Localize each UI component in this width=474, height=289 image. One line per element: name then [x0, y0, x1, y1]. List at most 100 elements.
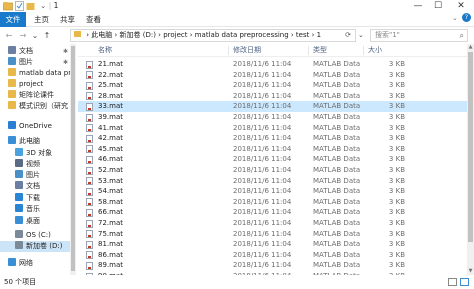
sidebar-item[interactable]: 3D 对象 — [0, 148, 70, 159]
column-header-type[interactable]: 类型 — [313, 44, 327, 57]
large-icons-view-icon[interactable] — [460, 278, 469, 286]
help-icon[interactable]: ? — [462, 13, 471, 22]
sidebar-scrollbar[interactable] — [70, 44, 75, 275]
file-row[interactable]: 46.mat 2018/11/6 11:04 MATLAB Data 3 KB — [78, 154, 468, 165]
file-name: 25.mat — [98, 81, 123, 90]
minimize-button[interactable]: — — [410, 0, 426, 12]
pin-icon[interactable]: ✱ — [63, 57, 68, 68]
new-folder-icon[interactable] — [26, 1, 36, 11]
mat-file-icon — [86, 155, 93, 164]
file-size: 3 KB — [388, 197, 405, 206]
tab-view[interactable]: 查看 — [80, 12, 107, 27]
tab-share[interactable]: 共享 — [54, 12, 81, 27]
refresh-icon[interactable]: ⟳ — [343, 30, 353, 41]
sidebar-item[interactable]: 桌面 — [0, 216, 70, 227]
dropdown-chevron-icon[interactable]: ⌄ — [40, 1, 46, 10]
file-size: 3 KB — [388, 261, 405, 270]
expand-ribbon-icon[interactable]: ⌄ — [452, 14, 458, 22]
file-row[interactable]: 54.mat 2018/11/6 11:04 MATLAB Data 3 KB — [78, 186, 468, 197]
file-list-scrollbar[interactable]: ▲ ▼ — [467, 44, 474, 275]
sidebar-item[interactable]: 文档 — [0, 181, 70, 192]
file-row[interactable]: 41.mat 2018/11/6 11:04 MATLAB Data 3 KB — [78, 123, 468, 134]
column-header-name[interactable]: 名称 — [98, 44, 112, 57]
sidebar-item[interactable]: 音乐 — [0, 204, 70, 215]
address-bar[interactable]: › 此电脑 › 新加卷 (D:) › project › matlab data… — [70, 29, 356, 42]
file-size: 3 KB — [388, 250, 405, 259]
properties-icon[interactable] — [15, 1, 25, 11]
file-row[interactable]: 33.mat 2018/11/6 11:04 MATLAB Data 3 KB — [78, 101, 468, 112]
file-row[interactable]: 66.mat 2018/11/6 11:04 MATLAB Data 3 KB — [78, 207, 468, 218]
sidebar-item[interactable]: project — [0, 79, 70, 90]
sidebar-scroll-thumb[interactable] — [71, 46, 75, 271]
title-bar: ⌄ | 1 — ☐ ✕ — [0, 0, 474, 12]
address-dropdown-icon[interactable]: ⌄ — [358, 31, 364, 39]
file-row[interactable]: 42.mat 2018/11/6 11:04 MATLAB Data 3 KB — [78, 133, 468, 144]
file-row[interactable]: 75.mat 2018/11/6 11:04 MATLAB Data 3 KB — [78, 229, 468, 240]
tab-file[interactable]: 文件 — [0, 12, 26, 27]
file-row[interactable]: 86.mat 2018/11/6 11:04 MATLAB Data 3 KB — [78, 250, 468, 261]
file-row[interactable]: 89.mat 2018/11/6 11:04 MATLAB Data 3 KB — [78, 260, 468, 271]
file-row[interactable]: 45.mat 2018/11/6 11:04 MATLAB Data 3 KB — [78, 144, 468, 155]
column-header-date[interactable]: 修改日期 — [233, 44, 261, 57]
pin-icon[interactable]: ✱ — [63, 46, 68, 57]
recent-locations-button[interactable]: ⌄ — [30, 30, 40, 41]
file-row[interactable]: 39.mat 2018/11/6 11:04 MATLAB Data 3 KB — [78, 112, 468, 123]
scroll-up-arrow-icon[interactable]: ▲ — [467, 44, 474, 51]
address-path[interactable]: › 此电脑 › 新加卷 (D:) › project › matlab data… — [86, 31, 321, 39]
file-type: MATLAB Data — [313, 229, 361, 238]
mat-file-icon — [86, 240, 93, 249]
file-list-scroll-thumb[interactable] — [468, 52, 473, 242]
sidebar-item[interactable]: 此电脑 — [0, 136, 70, 147]
details-view-icon[interactable] — [448, 278, 457, 286]
sidebar-item-label: matlab data pr — [19, 69, 70, 77]
sidebar-item[interactable]: 矩阵论课件 — [0, 90, 70, 101]
back-button[interactable]: ← — [4, 30, 14, 41]
file-type: MATLAB Data — [313, 123, 361, 132]
mat-file-icon — [86, 230, 93, 239]
file-name: 41.mat — [98, 123, 123, 132]
sidebar-item[interactable]: 文档 ✱ — [0, 46, 70, 57]
scroll-down-arrow-icon[interactable]: ▼ — [467, 268, 474, 275]
sidebar-item[interactable]: 下载 — [0, 193, 70, 204]
file-row[interactable]: 58.mat 2018/11/6 11:04 MATLAB Data 3 KB — [78, 197, 468, 208]
file-row[interactable]: 21.mat 2018/11/6 11:04 MATLAB Data 3 KB — [78, 59, 468, 70]
close-button[interactable]: ✕ — [453, 0, 469, 12]
sidebar-item[interactable]: OS (C:) — [0, 230, 70, 241]
sidebar-item-label: 音乐 — [26, 205, 40, 213]
sidebar-item[interactable]: 新加卷 (D:) — [0, 241, 70, 252]
file-size: 3 KB — [388, 113, 405, 121]
drive-icon — [15, 241, 23, 249]
file-row[interactable]: 72.mat 2018/11/6 11:04 MATLAB Data 3 KB — [78, 218, 468, 229]
mat-file-icon — [86, 102, 93, 111]
sidebar-item[interactable]: 视频 — [0, 159, 70, 170]
file-name: 89.mat — [98, 261, 123, 270]
sidebar-item[interactable]: OneDrive — [0, 121, 70, 132]
forward-button[interactable]: → — [18, 30, 28, 41]
file-type: MATLAB Data — [313, 81, 361, 90]
column-divider[interactable] — [363, 46, 364, 55]
file-row[interactable]: 25.mat 2018/11/6 11:04 MATLAB Data 3 KB — [78, 80, 468, 91]
sidebar-item[interactable]: matlab data pr — [0, 68, 70, 79]
search-icon[interactable]: ⌕ — [460, 30, 464, 41]
file-row[interactable]: 81.mat 2018/11/6 11:04 MATLAB Data 3 KB — [78, 239, 468, 250]
up-button[interactable]: ↑ — [42, 30, 52, 41]
file-size: 3 KB — [388, 187, 405, 196]
file-row[interactable]: 53.mat 2018/11/6 11:04 MATLAB Data 3 KB — [78, 176, 468, 187]
file-row[interactable]: 52.mat 2018/11/6 11:04 MATLAB Data 3 KB — [78, 165, 468, 176]
column-divider[interactable] — [308, 46, 309, 55]
file-row[interactable]: 28.mat 2018/11/6 11:04 MATLAB Data 3 KB — [78, 91, 468, 102]
column-header-size[interactable]: 大小 — [368, 44, 382, 57]
maximize-button[interactable]: ☐ — [430, 0, 446, 12]
file-name: 53.mat — [98, 176, 123, 185]
mat-file-icon — [86, 124, 93, 133]
sidebar-item[interactable]: 模式识别（研究 — [0, 101, 70, 112]
tab-home[interactable]: 主页 — [28, 12, 55, 27]
column-divider[interactable] — [228, 46, 229, 55]
file-name: 52.mat — [98, 166, 123, 174]
sidebar-item[interactable]: 图片 — [0, 170, 70, 181]
search-box[interactable]: 搜索"1" ⌕ — [370, 29, 468, 42]
sidebar-item[interactable]: 网络 — [0, 258, 70, 269]
file-name: 66.mat — [98, 208, 123, 217]
sidebar-item[interactable]: 图片 ✱ — [0, 57, 70, 68]
file-row[interactable]: 22.mat 2018/11/6 11:04 MATLAB Data 3 KB — [78, 70, 468, 81]
